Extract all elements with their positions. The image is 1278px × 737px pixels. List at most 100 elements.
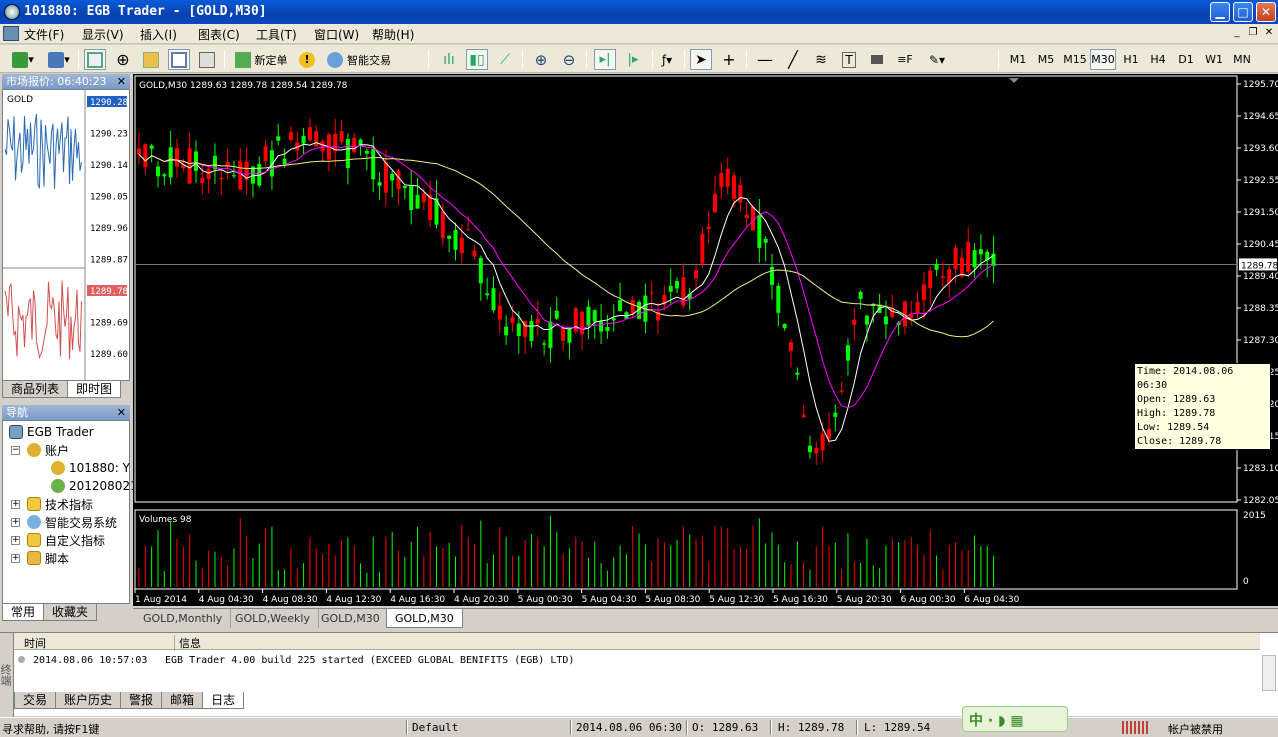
terminal-scrollbar[interactable] — [1262, 655, 1276, 691]
new-order-button[interactable]: 新定单 — [230, 49, 292, 70]
expand-accounts-toggle[interactable]: − — [11, 446, 20, 455]
expand-experts-toggle[interactable]: + — [11, 518, 20, 527]
minimize-button[interactable]: ▁ — [1210, 2, 1230, 22]
timeframe-h4[interactable]: H4 — [1146, 49, 1170, 70]
menu-file[interactable]: 文件(F) — [24, 26, 64, 43]
alert-button[interactable]: ! — [296, 49, 318, 70]
time-tick-label: 6 Aug 04:30 — [964, 595, 1019, 605]
bar-chart-button[interactable]: ılı — [438, 49, 460, 70]
menu-charts[interactable]: 图表(C) — [198, 26, 240, 43]
menu-tools[interactable]: 工具(T) — [256, 26, 297, 43]
tick-chart[interactable]: GOLD 1290.28 1290.23 1290.14 1290.05 1289.96 1… — [3, 90, 129, 392]
arrows-tool[interactable]: ✎▾ — [922, 49, 952, 70]
status-low: L: 1289.54 — [864, 721, 931, 734]
nav-expert-advisors[interactable]: 智能交易系统 — [27, 513, 117, 531]
chart-window[interactable]: GOLD,M30 1289.63 1289.78 1289.54 1289.78… — [133, 74, 1278, 606]
label-tool[interactable] — [866, 49, 888, 70]
nav-scripts[interactable]: 脚本 — [27, 549, 69, 567]
timeframe-m1[interactable]: M1 — [1006, 49, 1030, 70]
fibonacci-icon: ≡F — [897, 53, 913, 66]
trendline-tool[interactable]: ╱ — [782, 49, 804, 70]
market-watch-close-button[interactable]: ✕ — [117, 74, 126, 89]
zoom-in-button[interactable]: ⊕ — [530, 49, 552, 70]
candlestick-button[interactable]: ▮▯ — [466, 49, 488, 70]
chart-tab-gold-m30-active[interactable]: GOLD,M30 — [386, 609, 463, 628]
tab-favorites[interactable]: 收藏夹 — [43, 604, 98, 621]
tab-account-history[interactable]: 账户历史 — [55, 692, 122, 709]
nav-root[interactable]: EGB Trader — [9, 423, 94, 441]
nav-account-item[interactable]: 201208021 — [51, 477, 138, 495]
mdi-restore-button[interactable]: ❐ — [1246, 27, 1260, 40]
strategy-tester-button[interactable] — [196, 49, 218, 70]
market-watch-toggle[interactable] — [84, 49, 106, 70]
candle-body — [719, 173, 724, 188]
timeframe-mn[interactable]: MN — [1230, 49, 1254, 70]
candle-body — [725, 168, 730, 187]
timeframe-m15[interactable]: M15 — [1062, 49, 1088, 70]
expand-indicators-toggle[interactable]: + — [11, 500, 20, 509]
terminal-toggle[interactable] — [168, 49, 190, 70]
menu-insert[interactable]: 插入(I) — [140, 26, 177, 43]
price-chart[interactable]: GOLD,M30 1289.63 1289.78 1289.54 1289.78… — [133, 74, 1278, 606]
ime-bar[interactable]: 中 · ◗ ▦ — [962, 706, 1068, 732]
timeframe-h1[interactable]: H1 — [1120, 49, 1142, 70]
col-time[interactable]: 时间 — [24, 635, 46, 651]
menu-window[interactable]: 窗口(W) — [314, 26, 359, 43]
timeframe-m30[interactable]: M30 — [1090, 49, 1116, 70]
timeframe-d1[interactable]: D1 — [1174, 49, 1198, 70]
col-info[interactable]: 信息 — [174, 635, 201, 651]
tab-trade[interactable]: 交易 — [14, 692, 57, 709]
nav-account-item[interactable]: 101880: Y — [51, 459, 130, 477]
channel-tool[interactable]: ≋ — [810, 49, 832, 70]
crosshair-tool[interactable]: + — [718, 49, 740, 70]
chart-tab-gold-weekly[interactable]: GOLD,Weekly — [227, 609, 319, 628]
navigator-close-button[interactable]: ✕ — [117, 405, 126, 420]
menu-help[interactable]: 帮助(H) — [372, 26, 414, 43]
navigator-panel: EGB Trader − 账户 101880: Y 201208021 + 技术… — [2, 420, 138, 604]
expert-advisors-button[interactable]: 智能交易 — [322, 49, 396, 70]
navigator-button[interactable] — [140, 49, 162, 70]
mdi-minimize-button[interactable]: _ — [1230, 27, 1244, 40]
chart-tab-gold-m30[interactable]: GOLD,M30 — [313, 609, 389, 628]
expand-custom-indicators-toggle[interactable]: + — [11, 536, 20, 545]
maximize-button[interactable]: □ — [1233, 2, 1253, 22]
tab-mailbox[interactable]: 邮箱 — [161, 692, 204, 709]
timeframe-w1[interactable]: W1 — [1202, 49, 1226, 70]
log-row[interactable]: 2014.08.06 10:57:03 EGB Trader 4.00 build… — [18, 655, 574, 666]
tab-journal[interactable]: 日志 — [202, 692, 245, 709]
text-tool[interactable]: T — [838, 49, 860, 70]
horizontal-line-tool[interactable]: — — [754, 49, 776, 70]
new-chart-button[interactable]: ▾ — [8, 49, 38, 70]
expand-scripts-toggle[interactable]: + — [11, 554, 20, 563]
candle-body — [238, 160, 243, 190]
cursor-tool[interactable]: ➤ — [690, 49, 712, 70]
document-icon[interactable] — [3, 26, 19, 41]
data-window-button[interactable]: ⊕ — [112, 49, 134, 70]
candle-body — [586, 306, 591, 326]
tab-symbols[interactable]: 商品列表 — [2, 381, 69, 398]
chart-tab-gold-monthly[interactable]: GOLD,Monthly — [135, 609, 232, 628]
nav-accounts[interactable]: 账户 — [27, 441, 69, 459]
nav-custom-indicators[interactable]: 自定义指标 — [27, 531, 105, 549]
profiles-button[interactable]: ▾ — [44, 49, 74, 70]
chart-shift-button[interactable]: |▸ — [622, 49, 644, 70]
tab-tick-chart[interactable]: 即时图 — [67, 381, 122, 398]
mdi-close-button[interactable]: ✕ — [1262, 27, 1276, 40]
fibonacci-tool[interactable]: ≡F — [894, 49, 916, 70]
tab-alerts[interactable]: 警报 — [120, 692, 163, 709]
accounts-icon — [27, 443, 41, 457]
candle-body — [396, 171, 401, 190]
timeframe-m5[interactable]: M5 — [1034, 49, 1058, 70]
auto-scroll-button[interactable]: ▸| — [594, 49, 616, 70]
zoom-out-button[interactable]: ⊖ — [558, 49, 580, 70]
indicators-button[interactable]: ƒ▾ — [656, 49, 678, 70]
close-button[interactable]: ✕ — [1256, 2, 1276, 22]
candle-body — [921, 284, 926, 301]
line-chart-button[interactable]: ⟋ — [494, 49, 516, 70]
candle-body — [485, 293, 490, 296]
navigator-tabs: 常用 收藏夹 — [2, 604, 98, 621]
nav-indicators[interactable]: 技术指标 — [27, 495, 93, 513]
tick-price-label: 1290.05 — [90, 193, 128, 203]
tab-common[interactable]: 常用 — [2, 604, 45, 621]
menu-view[interactable]: 显示(V) — [82, 26, 124, 43]
